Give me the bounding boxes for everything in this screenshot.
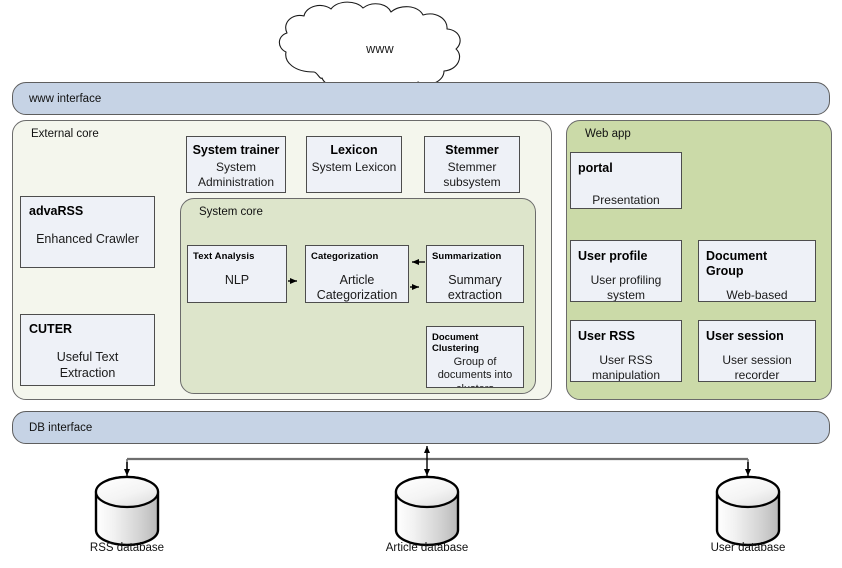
external-core-title: External core: [31, 128, 99, 140]
lexicon-title: Lexicon: [330, 143, 378, 157]
component-document-clustering: Document Clustering Group of documents int…: [426, 326, 524, 388]
rss-database-cylinder-icon: [94, 475, 160, 547]
user-profile-body: User profiling system: [590, 273, 662, 302]
categorization-body: Article Categorization: [316, 272, 398, 303]
component-system-trainer: System trainer System Administration: [186, 136, 286, 193]
portal-body: Presentation layer: [592, 193, 660, 207]
component-document-group: Document Group Web-baseddocument group: [698, 240, 816, 302]
user-rss-body: User RSS manipulation: [591, 353, 661, 382]
summarization-body: Summary extraction: [447, 272, 503, 303]
user-profile-title: User profile: [578, 249, 648, 263]
cuter-title: CUTER: [29, 322, 73, 336]
www-interface-bar: www interface: [12, 82, 830, 115]
cuter-body: Useful Text Extraction: [56, 350, 119, 380]
stemmer-body: Stemmer subsystem: [443, 159, 501, 189]
cloud-label: www: [366, 42, 394, 56]
system-trainer-body: System Administration: [197, 159, 275, 189]
document-group-body: Web-baseddocument group: [726, 288, 788, 302]
component-advarss: advaRSS Enhanced Crawler: [20, 196, 155, 268]
component-user-session: User session User session recorder: [698, 320, 816, 382]
text-analysis-title: Text Analysis: [193, 251, 255, 262]
user-rss-title: User RSS: [578, 329, 635, 343]
user-database-label: User database: [710, 542, 786, 554]
component-lexicon: Lexicon System Lexicon: [306, 136, 402, 193]
component-summarization: Summarization Summary extraction: [426, 245, 524, 303]
component-user-rss: User RSS User RSS manipulation: [570, 320, 682, 382]
article-database-label: Article database: [385, 542, 469, 554]
categorization-title: Categorization: [311, 251, 379, 262]
advarss-title: advaRSS: [29, 204, 84, 218]
document-clustering-title: Document Clustering: [432, 332, 479, 355]
stemmer-title: Stemmer: [445, 143, 499, 157]
component-portal: portal Presentation layer: [570, 152, 682, 209]
text-analysis-body: NLP: [224, 272, 250, 287]
system-trainer-title: System trainer: [192, 143, 280, 157]
lexicon-body: System Lexicon: [311, 159, 397, 174]
document-clustering-body: Group ofdocuments intoclusters: [437, 355, 513, 387]
portal-title: portal: [578, 161, 613, 175]
user-database-cylinder-icon: [715, 475, 781, 547]
rss-database-label: RSS database: [89, 542, 165, 554]
component-cuter: CUTER Useful Text Extraction: [20, 314, 155, 386]
article-database-cylinder-icon: [394, 475, 460, 547]
document-group-title: Document Group: [706, 249, 768, 278]
component-text-analysis: Text Analysis NLP: [187, 245, 287, 303]
component-user-profile: User profile User profiling system: [570, 240, 682, 302]
component-categorization: Categorization Article Categorization: [305, 245, 409, 303]
web-app-title: Web app: [585, 128, 631, 140]
summarization-title: Summarization: [432, 251, 502, 262]
system-core-title: System core: [199, 206, 263, 218]
db-interface-label: DB interface: [29, 421, 93, 434]
user-session-title: User session: [706, 329, 784, 343]
architecture-diagram: www www interface External core advaRSS …: [0, 0, 842, 568]
db-interface-bar: DB interface: [12, 411, 830, 444]
user-session-body: User session recorder: [722, 353, 792, 382]
www-interface-label: www interface: [29, 92, 102, 105]
www-cloud: www: [268, 1, 492, 94]
advarss-body: Enhanced Crawler: [36, 232, 139, 246]
component-stemmer: Stemmer Stemmer subsystem: [424, 136, 520, 193]
db-connector-bus: [126, 457, 749, 472]
